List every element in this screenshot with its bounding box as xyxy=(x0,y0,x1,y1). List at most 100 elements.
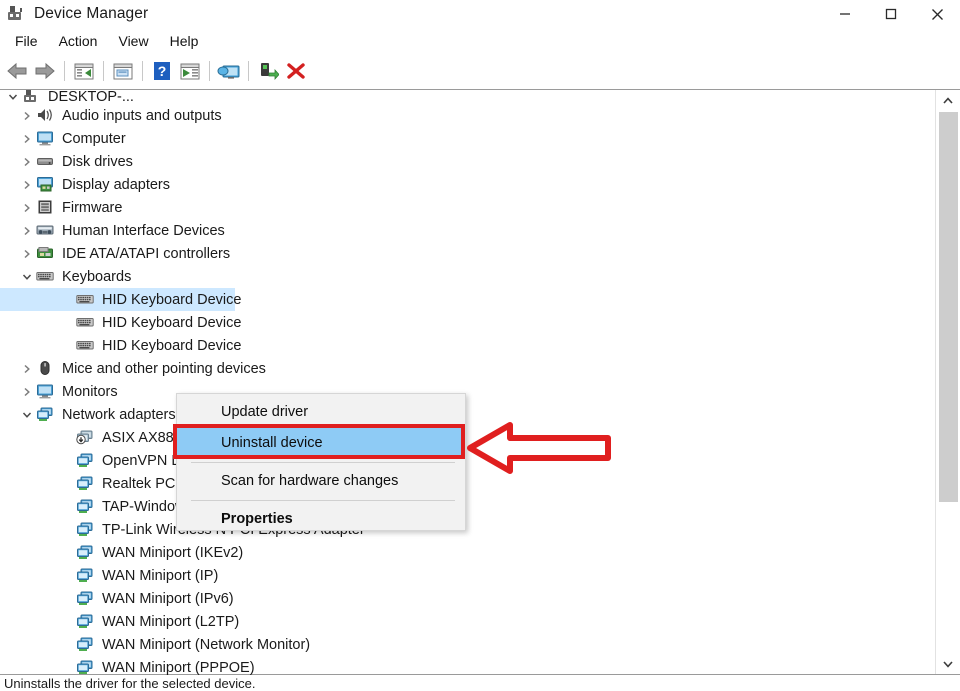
tree-item-realtek-pcie-gbe-family-controller[interactable]: Realtek PCIe GbE Family Controller xyxy=(0,472,936,495)
tree-item-asix-ax88772a-usb2-0-to-fast-ethernet-adapter[interactable]: ASIX AX88772A USB2.0 to Fast Ethernet Ad… xyxy=(0,426,936,449)
keyboard-icon xyxy=(36,268,56,286)
tree-item-wan-miniport-l2tp[interactable]: WAN Miniport (L2TP) xyxy=(0,610,936,633)
tree-item-label: Mice and other pointing devices xyxy=(62,360,266,377)
tree-item-firmware[interactable]: Firmware xyxy=(0,196,936,219)
tree-item-network-adapters[interactable]: Network adapters xyxy=(0,403,936,426)
tree-item-wan-miniport-ip[interactable]: WAN Miniport (IP) xyxy=(0,564,936,587)
tree-item-wan-miniport-network-monitor[interactable]: WAN Miniport (Network Monitor) xyxy=(0,633,936,656)
scrollbar-thumb[interactable] xyxy=(939,112,958,502)
tree-item-wan-miniport-ipv6[interactable]: WAN Miniport (IPv6) xyxy=(0,587,936,610)
tree-item-label: WAN Miniport (IKEv2) xyxy=(102,544,244,561)
tree-item-hid-keyboard-device[interactable]: HID Keyboard Device xyxy=(0,311,936,334)
tree-root-item[interactable]: DESKTOP-... xyxy=(0,90,936,104)
toolbar-separator xyxy=(248,61,249,81)
network-adapter-icon xyxy=(76,475,96,493)
chevron-right-icon[interactable] xyxy=(18,127,36,150)
computer-root-icon xyxy=(22,90,42,104)
tree-item-wan-miniport-pppoe[interactable]: WAN Miniport (PPPOE) xyxy=(0,656,936,675)
minimize-button[interactable] xyxy=(822,0,868,28)
tree-item-keyboards[interactable]: Keyboards xyxy=(0,265,936,288)
network-adapter-icon xyxy=(76,498,96,516)
chevron-spacer xyxy=(58,334,76,357)
keyboard-icon xyxy=(76,314,96,332)
chevron-down-icon[interactable] xyxy=(4,90,22,104)
chevron-down-icon[interactable] xyxy=(18,403,36,426)
tree-item-hid-keyboard-device[interactable]: HID Keyboard Device xyxy=(0,288,936,311)
scroll-up-icon[interactable] xyxy=(936,90,960,112)
chevron-down-icon[interactable] xyxy=(18,265,36,288)
tree-item-openvpn-data-channel-offload[interactable]: OpenVPN Data Channel Offload xyxy=(0,449,936,472)
tree-item-audio-inputs-and-outputs[interactable]: Audio inputs and outputs xyxy=(0,104,936,127)
scroll-down-icon[interactable] xyxy=(936,653,960,675)
chevron-spacer xyxy=(58,472,76,495)
menu-file[interactable]: File xyxy=(6,31,50,51)
device-tree[interactable]: DESKTOP-... Audio inputs and outputs Comp… xyxy=(0,90,936,675)
tree-item-wan-miniport-ikev2[interactable]: WAN Miniport (IKEv2) xyxy=(0,541,936,564)
mouse-icon xyxy=(36,360,56,378)
chevron-right-icon[interactable] xyxy=(18,104,36,127)
tree-item-label: WAN Miniport (PPPOE) xyxy=(102,659,255,676)
back-icon[interactable] xyxy=(3,57,31,85)
tree-item-label: HID Keyboard Device xyxy=(102,291,242,308)
chevron-spacer xyxy=(58,656,76,675)
tree-item-mice-and-other-pointing-devices[interactable]: Mice and other pointing devices xyxy=(0,357,936,380)
hid-icon xyxy=(36,222,56,240)
tree-item-display-adapters[interactable]: Display adapters xyxy=(0,173,936,196)
context-menu-item-update-driver[interactable]: Update driver xyxy=(177,397,465,428)
menu-help[interactable]: Help xyxy=(161,31,211,51)
close-button[interactable] xyxy=(914,0,960,28)
network-adapter-icon xyxy=(76,567,96,585)
scan-hardware-changes-icon[interactable] xyxy=(215,57,243,85)
tree-item-monitors[interactable]: Monitors xyxy=(0,380,936,403)
menu-action[interactable]: Action xyxy=(50,31,110,51)
tree-item-tap-windows-adapter-v9-for-openvpn-connect[interactable]: TAP-Windows Adapter V9 for OpenVPN Conne… xyxy=(0,495,936,518)
chevron-spacer xyxy=(58,311,76,334)
tree-item-computer[interactable]: Computer xyxy=(0,127,936,150)
network-adapter-icon xyxy=(76,636,96,654)
tree-item-tp-link-wireless-n-pci-express-adapter[interactable]: TP-Link Wireless N PCI Express Adapter xyxy=(0,518,936,541)
context-menu[interactable]: Update driver Uninstall device Scan for … xyxy=(176,393,466,531)
chevron-right-icon[interactable] xyxy=(18,173,36,196)
menu-view[interactable]: View xyxy=(109,31,160,51)
chevron-right-icon[interactable] xyxy=(18,219,36,242)
menu-bar: File Action View Help xyxy=(0,28,960,54)
tree-item-label: Display adapters xyxy=(62,176,170,193)
title-bar: Device Manager xyxy=(0,0,960,28)
chevron-spacer xyxy=(58,633,76,656)
properties-icon[interactable] xyxy=(109,57,137,85)
context-menu-item-uninstall-device[interactable]: Uninstall device xyxy=(177,428,465,459)
chevron-right-icon[interactable] xyxy=(18,150,36,173)
network-adapter-icon xyxy=(76,659,96,676)
tree-item-disk-drives[interactable]: Disk drives xyxy=(0,150,936,173)
tree-item-human-interface-devices[interactable]: Human Interface Devices xyxy=(0,219,936,242)
vertical-scrollbar[interactable] xyxy=(935,90,960,675)
chevron-spacer xyxy=(58,564,76,587)
tree-item-hid-keyboard-device[interactable]: HID Keyboard Device xyxy=(0,334,936,357)
toolbar-separator xyxy=(64,61,65,81)
tree-rows: Audio inputs and outputs Computer Disk dri… xyxy=(0,104,936,675)
show-hide-console-tree-icon[interactable] xyxy=(70,57,98,85)
chevron-right-icon[interactable] xyxy=(18,196,36,219)
monitor-icon xyxy=(36,383,56,401)
update-driver-icon[interactable] xyxy=(176,57,204,85)
toolbar: ? xyxy=(0,54,960,88)
forward-icon[interactable] xyxy=(31,57,59,85)
context-menu-item-properties[interactable]: Properties xyxy=(177,504,465,535)
maximize-button[interactable] xyxy=(868,0,914,28)
context-menu-item-scan-for-hardware-changes[interactable]: Scan for hardware changes xyxy=(177,466,465,497)
network-adapter-icon xyxy=(76,544,96,562)
tree-item-ide-ata-atapi-controllers[interactable]: IDE ATA/ATAPI controllers xyxy=(0,242,936,265)
tree-item-label: Audio inputs and outputs xyxy=(62,107,222,124)
chevron-spacer xyxy=(58,288,76,311)
chevron-right-icon[interactable] xyxy=(18,357,36,380)
tree-item-label: Computer xyxy=(62,130,126,147)
device-manager-icon xyxy=(6,4,26,24)
tree-item-label: HID Keyboard Device xyxy=(102,337,242,354)
status-bar: Uninstalls the driver for the selected d… xyxy=(0,674,960,691)
context-menu-separator xyxy=(191,462,455,463)
chevron-right-icon[interactable] xyxy=(18,380,36,403)
uninstall-device-icon[interactable] xyxy=(282,57,310,85)
enable-device-icon[interactable] xyxy=(254,57,282,85)
help-icon[interactable]: ? xyxy=(148,57,176,85)
chevron-right-icon[interactable] xyxy=(18,242,36,265)
